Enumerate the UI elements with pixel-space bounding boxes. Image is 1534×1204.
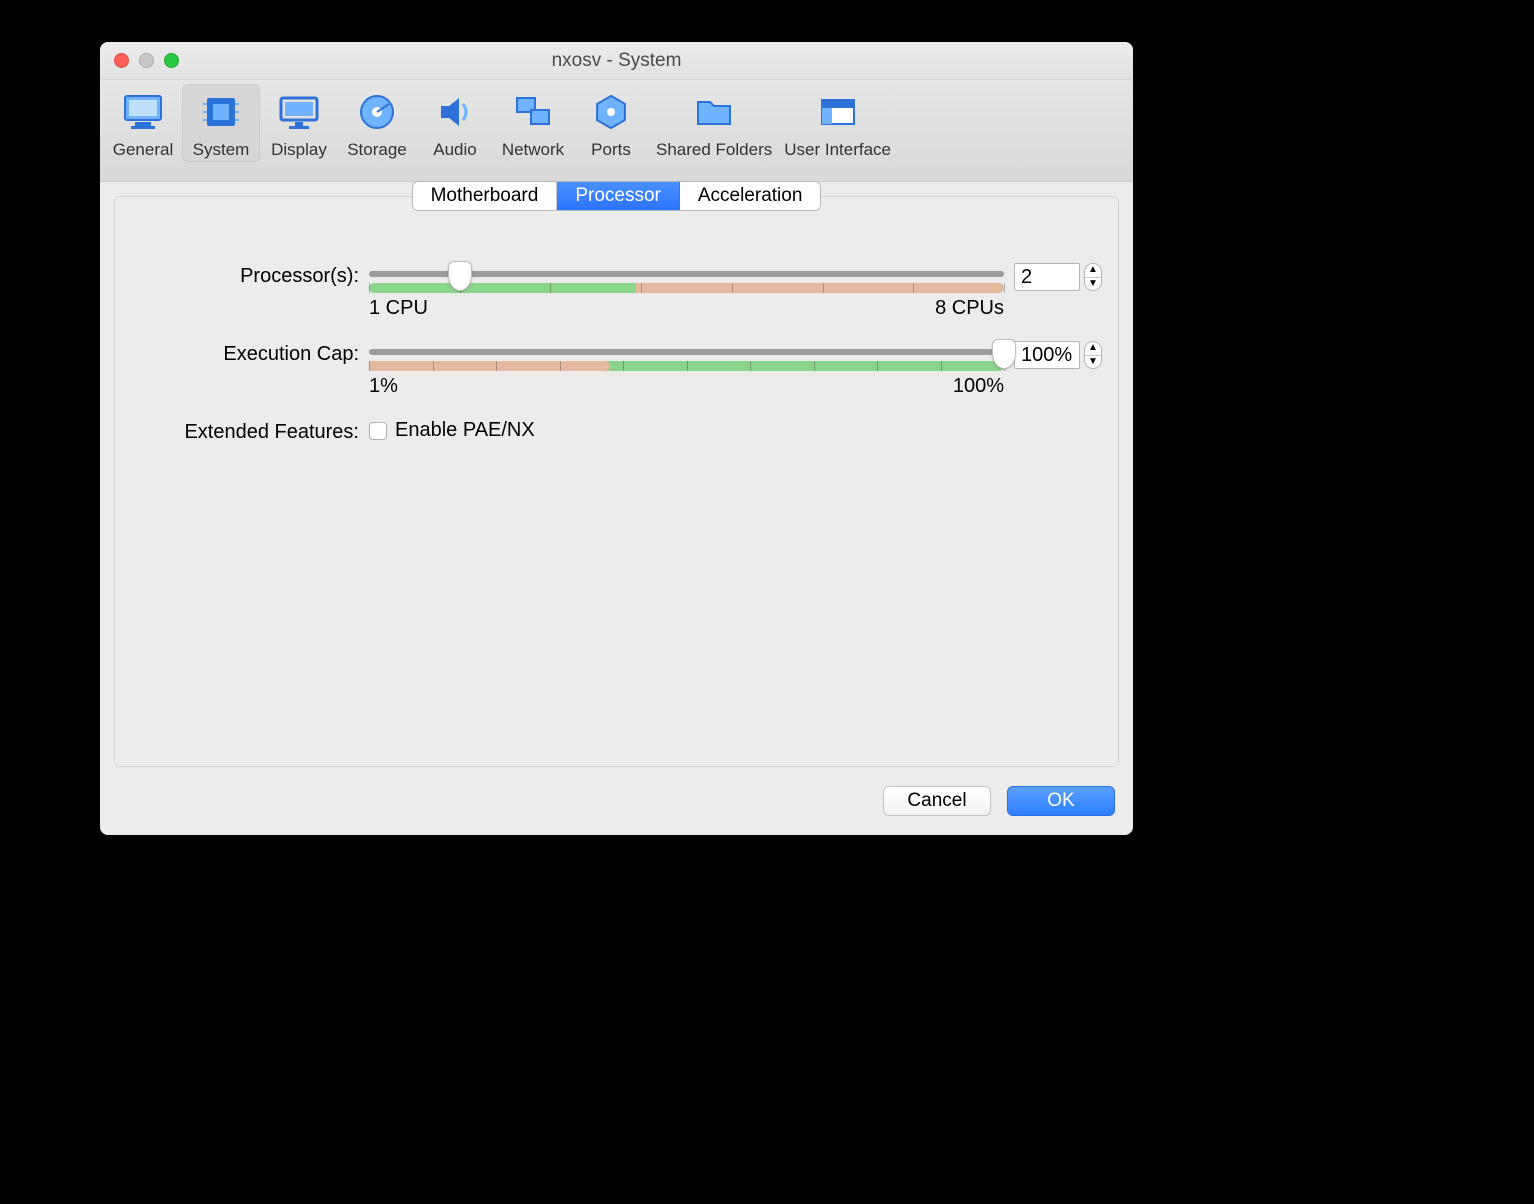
extended-features-row: Extended Features: Enable PAE/NX <box>131 419 1102 444</box>
exec-max-label: 100% <box>953 375 1004 398</box>
display-icon <box>277 90 321 134</box>
toolbar-label: General <box>113 140 173 160</box>
window-controls <box>114 53 179 68</box>
monitor-icon <box>121 90 165 134</box>
ok-button[interactable]: OK <box>1007 786 1115 816</box>
dialog-footer: Cancel OK <box>100 781 1133 835</box>
toolbar-label: User Interface <box>784 140 891 160</box>
toolbar-label: Storage <box>347 140 407 160</box>
toolbar-label: Network <box>502 140 564 160</box>
chip-icon <box>199 90 243 134</box>
toolbar-storage[interactable]: Storage <box>338 84 416 162</box>
minimize-window-button[interactable] <box>139 53 154 68</box>
execution-cap-label: Execution Cap: <box>131 341 369 366</box>
execution-cap-slider[interactable]: 1% 100% <box>369 341 1004 397</box>
pae-nx-checkbox[interactable]: Enable PAE/NX <box>369 419 535 442</box>
window-title: nxosv - System <box>100 50 1133 72</box>
execution-cap-row: Execution Cap: 1% 100% <box>131 341 1102 397</box>
toolbar-label: Ports <box>591 140 631 160</box>
processors-field: ▲ ▼ <box>1014 263 1102 291</box>
pae-nx-label: Enable PAE/NX <box>395 419 535 442</box>
processors-label: Processor(s): <box>131 263 369 288</box>
close-window-button[interactable] <box>114 53 129 68</box>
processors-input[interactable] <box>1014 263 1080 291</box>
tab-acceleration[interactable]: Acceleration <box>680 182 821 210</box>
window-icon <box>816 90 860 134</box>
processors-row: Processor(s): 1 CPU 8 CPUs <box>131 263 1102 319</box>
tab-processor[interactable]: Processor <box>557 182 680 210</box>
toolbar-label: Display <box>271 140 327 160</box>
ports-icon <box>589 90 633 134</box>
toolbar-label: Shared Folders <box>656 140 772 160</box>
titlebar: nxosv - System <box>100 42 1133 80</box>
settings-panel: Motherboard Processor Acceleration Proce… <box>114 196 1119 767</box>
execution-cap-field: ▲ ▼ <box>1014 341 1102 369</box>
toolbar-audio[interactable]: Audio <box>416 84 494 162</box>
execution-cap-input[interactable] <box>1014 341 1080 369</box>
folder-icon <box>692 90 736 134</box>
execution-cap-stepper[interactable]: ▲ ▼ <box>1084 341 1102 369</box>
speaker-icon <box>433 90 477 134</box>
network-icon <box>511 90 555 134</box>
checkbox-box-icon <box>369 422 387 440</box>
toolbar-label: System <box>193 140 250 160</box>
toolbar-user-interface[interactable]: User Interface <box>778 84 897 162</box>
processor-form: Processor(s): 1 CPU 8 CPUs <box>115 253 1118 444</box>
processors-min-label: 1 CPU <box>369 297 428 320</box>
processors-slider[interactable]: 1 CPU 8 CPUs <box>369 263 1004 319</box>
settings-window: nxosv - System General System Display St… <box>100 42 1133 835</box>
tab-motherboard[interactable]: Motherboard <box>413 182 558 210</box>
toolbar-system[interactable]: System <box>182 84 260 162</box>
toolbar-general[interactable]: General <box>104 84 182 162</box>
toolbar-display[interactable]: Display <box>260 84 338 162</box>
processors-max-label: 8 CPUs <box>935 297 1004 320</box>
zoom-window-button[interactable] <box>164 53 179 68</box>
processors-stepper[interactable]: ▲ ▼ <box>1084 263 1102 291</box>
content-area: Motherboard Processor Acceleration Proce… <box>100 182 1133 781</box>
slider-thumb[interactable] <box>992 339 1016 369</box>
settings-toolbar: General System Display Storage Audio <box>100 80 1133 182</box>
stepper-down-icon[interactable]: ▼ <box>1085 278 1101 291</box>
cancel-button[interactable]: Cancel <box>883 786 991 816</box>
extended-features-label: Extended Features: <box>131 419 369 444</box>
toolbar-label: Audio <box>433 140 476 160</box>
disk-icon <box>355 90 399 134</box>
exec-min-label: 1% <box>369 375 398 398</box>
toolbar-network[interactable]: Network <box>494 84 572 162</box>
stepper-down-icon[interactable]: ▼ <box>1085 356 1101 369</box>
subtabs: Motherboard Processor Acceleration <box>412 181 822 211</box>
toolbar-shared-folders[interactable]: Shared Folders <box>650 84 778 162</box>
stepper-up-icon[interactable]: ▲ <box>1085 342 1101 356</box>
stepper-up-icon[interactable]: ▲ <box>1085 264 1101 278</box>
toolbar-ports[interactable]: Ports <box>572 84 650 162</box>
